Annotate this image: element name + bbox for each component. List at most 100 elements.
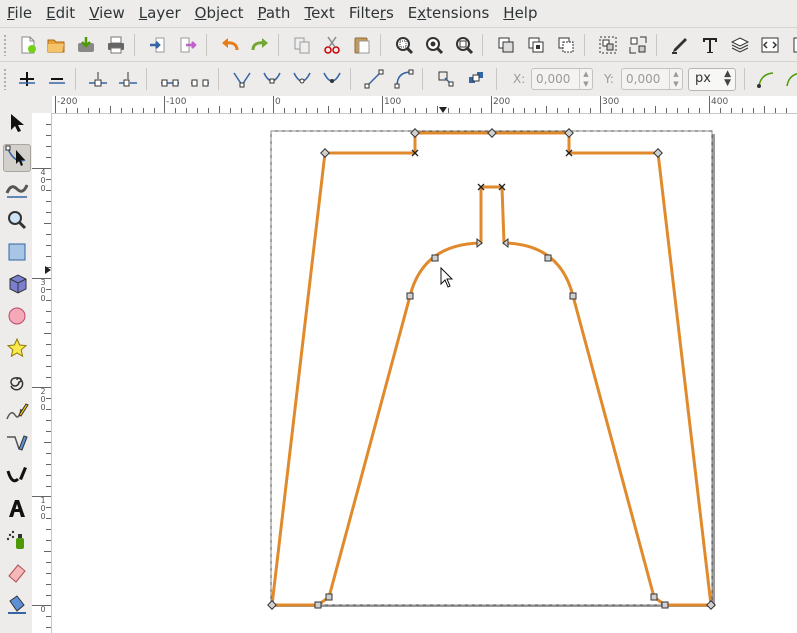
path-node[interactable] bbox=[314, 601, 322, 609]
stroke-to-path-button[interactable] bbox=[464, 67, 488, 91]
delete-segment-button[interactable] bbox=[188, 67, 212, 91]
y-coordinate-field[interactable]: 0,000 ▲ ▼ bbox=[621, 68, 683, 90]
ruler-label: 100 bbox=[384, 97, 402, 107]
insert-node-button[interactable] bbox=[15, 67, 39, 91]
toolbar-separator bbox=[482, 34, 483, 56]
menu-extensions[interactable]: Extensions bbox=[401, 0, 496, 26]
print-document-button[interactable] bbox=[104, 33, 128, 57]
zoom-icon bbox=[6, 209, 28, 235]
menu-path[interactable]: Path bbox=[250, 0, 297, 26]
y-spin-buttons[interactable]: ▲ ▼ bbox=[669, 69, 682, 89]
copy-button[interactable] bbox=[290, 33, 314, 57]
ungroup-button[interactable] bbox=[626, 33, 650, 57]
object-to-path-button[interactable] bbox=[434, 67, 458, 91]
break-path-button[interactable] bbox=[116, 67, 140, 91]
toolbar-separator bbox=[422, 68, 423, 90]
show-path-outline-button[interactable] bbox=[780, 67, 797, 91]
make-curve-button[interactable] bbox=[392, 67, 416, 91]
layers-icon[interactable] bbox=[728, 33, 752, 57]
x-coordinate-field[interactable]: 0,000 ▲ ▼ bbox=[531, 68, 593, 90]
toolbar-separator bbox=[656, 34, 657, 56]
tweak-tool[interactable] bbox=[3, 176, 31, 204]
selector-arrow-icon bbox=[8, 113, 26, 137]
show-handles-button[interactable] bbox=[754, 67, 778, 91]
pencil-tool[interactable] bbox=[3, 400, 31, 428]
smooth-node-button[interactable] bbox=[260, 67, 284, 91]
star-tool[interactable] bbox=[3, 336, 31, 364]
ruler-corner bbox=[32, 96, 52, 113]
ellipse-tool[interactable] bbox=[3, 304, 31, 332]
unit-select[interactable]: px ▲ ▼ bbox=[688, 68, 736, 91]
spray-tool[interactable] bbox=[3, 528, 31, 556]
document-properties-icon[interactable] bbox=[786, 33, 797, 57]
path-node[interactable] bbox=[661, 601, 669, 609]
zoom-tool[interactable] bbox=[3, 208, 31, 236]
3d-box-tool[interactable] bbox=[3, 272, 31, 300]
join-nodes-button[interactable] bbox=[86, 67, 110, 91]
ruler-label: -100 bbox=[166, 97, 187, 107]
ruler-label: 200 bbox=[493, 97, 511, 107]
drawing-canvas[interactable] bbox=[52, 114, 797, 633]
menu-view[interactable]: View bbox=[82, 0, 132, 26]
zoom-selection-icon[interactable] bbox=[392, 33, 416, 57]
ruler-label: 200 bbox=[40, 387, 46, 412]
redo-button[interactable] bbox=[248, 33, 272, 57]
join-segment-button[interactable] bbox=[158, 67, 182, 91]
spiral-tool[interactable] bbox=[3, 368, 31, 396]
auto-smooth-node-button[interactable] bbox=[320, 67, 344, 91]
path-node[interactable] bbox=[431, 254, 439, 262]
ruler-label: -200 bbox=[57, 97, 78, 107]
menu-text[interactable]: Text bbox=[297, 0, 341, 26]
unlink-clone-button[interactable] bbox=[554, 33, 578, 57]
save-document-button[interactable] bbox=[74, 33, 98, 57]
rectangle-tool[interactable] bbox=[3, 240, 31, 268]
export-button[interactable] bbox=[176, 33, 200, 57]
path-node[interactable] bbox=[544, 254, 552, 262]
menu-object[interactable]: Object bbox=[188, 0, 251, 26]
import-button[interactable] bbox=[146, 33, 170, 57]
path-node[interactable] bbox=[650, 593, 658, 601]
x-spin-buttons[interactable]: ▲ ▼ bbox=[579, 69, 592, 89]
zoom-drawing-icon[interactable] bbox=[422, 33, 446, 57]
text-tool[interactable] bbox=[3, 496, 31, 524]
pen-tool[interactable] bbox=[3, 432, 31, 460]
undo-button[interactable] bbox=[218, 33, 242, 57]
symmetric-node-button[interactable] bbox=[290, 67, 314, 91]
unit-value: px bbox=[695, 71, 711, 86]
paint-bucket-tool[interactable] bbox=[3, 592, 31, 620]
make-line-button[interactable] bbox=[362, 67, 386, 91]
vertical-ruler[interactable]: 400 300 200 100 0 bbox=[32, 113, 52, 633]
clone-button[interactable] bbox=[524, 33, 548, 57]
eraser-tool[interactable] bbox=[3, 560, 31, 588]
cusp-node-button[interactable] bbox=[230, 67, 254, 91]
open-document-button[interactable] bbox=[44, 33, 68, 57]
horizontal-ruler[interactable]: -200 -100 0 100 200 300 400 bbox=[52, 96, 797, 114]
star-icon bbox=[6, 337, 28, 363]
new-document-button[interactable] bbox=[16, 33, 40, 57]
calligraphy-tool[interactable] bbox=[3, 464, 31, 492]
menu-edit[interactable]: Edit bbox=[39, 0, 82, 26]
paste-button[interactable] bbox=[350, 33, 374, 57]
chevron-updown-icon: ▲ ▼ bbox=[724, 69, 731, 88]
menu-layer[interactable]: Layer bbox=[132, 0, 188, 26]
menu-help[interactable]: Help bbox=[496, 0, 544, 26]
toolbar-separator bbox=[75, 68, 76, 90]
menu-filters[interactable]: Filters bbox=[342, 0, 401, 26]
path-node[interactable] bbox=[569, 292, 577, 300]
text-font-icon[interactable] bbox=[698, 33, 722, 57]
duplicate-button[interactable] bbox=[494, 33, 518, 57]
selector-tool[interactable] bbox=[3, 111, 31, 139]
menu-file[interactable]: File bbox=[0, 0, 39, 26]
toolbar-separator bbox=[744, 68, 745, 90]
node-tool[interactable] bbox=[3, 144, 31, 172]
group-button[interactable] bbox=[596, 33, 620, 57]
zoom-page-icon[interactable] bbox=[452, 33, 476, 57]
toolbar-grip[interactable] bbox=[3, 68, 7, 90]
xml-editor-icon[interactable] bbox=[758, 33, 782, 57]
path-node[interactable] bbox=[325, 593, 333, 601]
fill-stroke-icon[interactable] bbox=[668, 33, 692, 57]
toolbar-grip[interactable] bbox=[3, 34, 7, 56]
path-node[interactable] bbox=[406, 292, 414, 300]
cut-button[interactable] bbox=[320, 33, 344, 57]
delete-node-button[interactable] bbox=[45, 67, 69, 91]
